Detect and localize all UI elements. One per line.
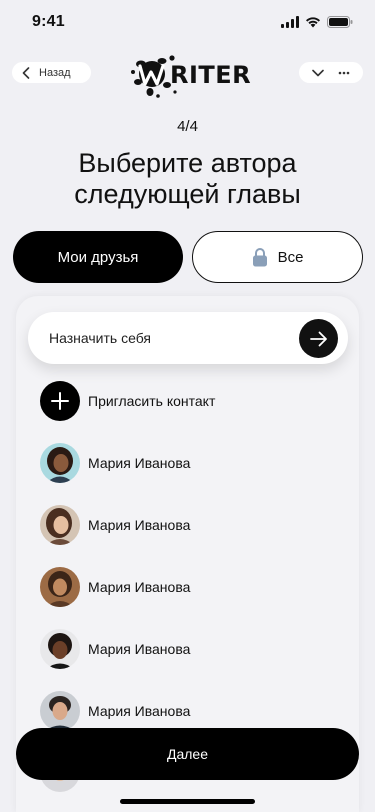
tab-all-label: Все [277,248,304,266]
svg-text:RITER: RITER [170,61,251,89]
menu-pill[interactable] [299,62,363,83]
writer-logo: RITER [131,55,251,98]
status-bar: 9:41 [0,0,375,44]
contact-name: Мария Иванова [88,455,191,471]
arrow-right-icon [309,331,327,346]
header: Назад RITER [0,52,375,98]
tab-all[interactable]: Все [192,231,363,283]
title-line-1: Выберите автора [78,148,297,178]
back-label: Назад [39,66,71,79]
contact-row[interactable]: Мария Иванова [40,691,340,731]
next-button[interactable]: Далее [16,728,359,780]
signal-icon [281,16,299,28]
contact-name: Мария Иванова [88,579,191,595]
plus-icon [51,392,69,410]
step-counter: 4/4 [177,118,198,135]
home-indicator [120,799,255,804]
battery-icon [327,16,353,28]
lock-icon [252,248,267,267]
invite-label: Пригласить контакт [88,393,216,409]
avatar [40,567,80,607]
wifi-icon [306,17,320,28]
contact-row[interactable]: Мария Иванова [40,629,340,669]
chevron-down-icon[interactable] [312,69,324,77]
contact-name: Мария Иванова [88,517,191,533]
assign-self-label: Назначить себя [49,330,151,346]
status-time: 9:41 [32,13,65,30]
chevron-left-icon [22,66,30,79]
assign-self-arrow-button[interactable] [299,319,338,358]
invite-button[interactable] [40,381,80,421]
more-icon[interactable] [338,71,350,75]
audience-tabs: Мои друзья Все [13,231,363,283]
back-button[interactable]: Назад [12,62,91,83]
tab-my-friends-label: Мои друзья [57,248,139,266]
contact-row[interactable]: Мария Иванова [40,567,340,607]
avatar [40,505,80,545]
contact-name: Мария Иванова [88,641,191,657]
contact-row[interactable]: Мария Иванова [40,505,340,545]
assign-self-button[interactable]: Назначить себя [28,312,348,364]
tab-my-friends[interactable]: Мои друзья [13,231,183,283]
avatar [40,629,80,669]
status-icons [281,16,353,28]
avatar [40,443,80,483]
contact-name: Мария Иванова [88,703,191,719]
page-title: Выберите автора следующей главы [0,148,375,210]
next-label: Далее [166,746,208,762]
title-line-2: следующей главы [74,179,301,209]
avatar [40,691,80,731]
invite-contact-row[interactable]: Пригласить контакт [40,381,340,421]
contact-row[interactable]: Мария Иванова [40,443,340,483]
